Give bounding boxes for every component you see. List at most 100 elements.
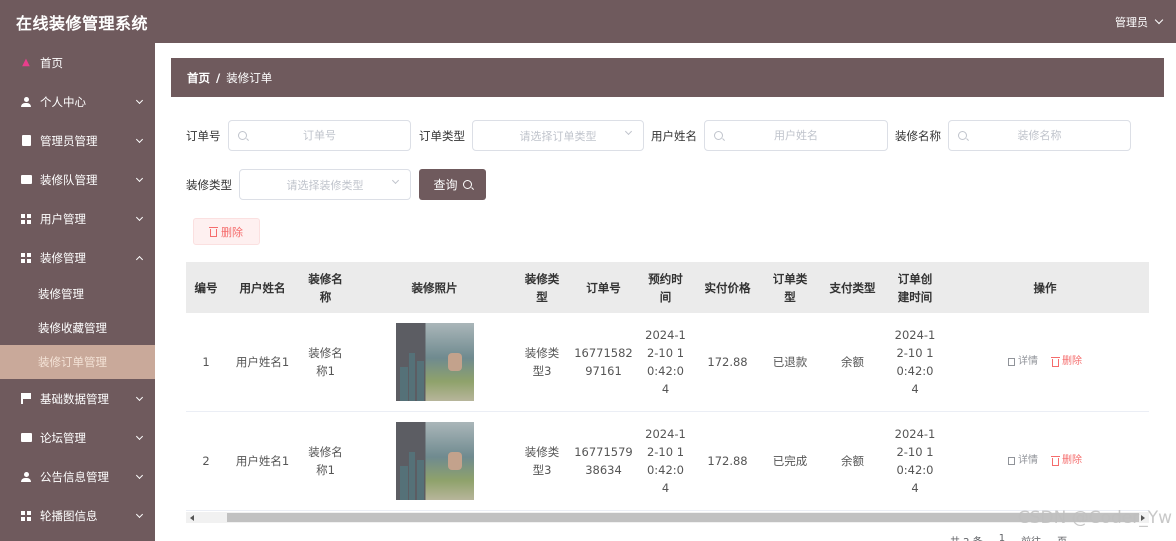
table-row[interactable]: 1 用户姓名1 装修名称1 装修类型3 1677158297161 2024-1… [186,313,1149,412]
pagination-goto: 前往 [1021,533,1041,541]
sidebar-subitem-orders[interactable]: 装修订单管理 [0,345,155,379]
order-no-input[interactable] [229,129,410,142]
user-name-field[interactable] [704,120,888,151]
detail-label: 详情 [1018,455,1038,466]
order-type-label: 订单类型 [419,129,465,143]
user-icon [21,96,31,107]
header-appointment[interactable]: 预约时间 [640,270,691,306]
row-delete-button[interactable]: 删除 [1051,452,1082,470]
deco-type-select[interactable]: 请选择装修类型 [239,169,411,200]
scroll-left-icon[interactable] [190,515,194,521]
header-user-name[interactable]: 用户姓名 [226,279,299,297]
chevron-down-icon [135,96,144,104]
cell-deco-type: 装修类型3 [524,445,560,477]
sidebar: ▲ 首页 个人中心 管理员管理 装修队管理 用户管理 装修管理 装修管理 装修收… [0,43,155,541]
cell-user-name: 用户姓名1 [235,355,290,369]
deco-name-label: 装修名称 [895,129,941,143]
scrollbar-thumb[interactable] [227,513,1139,522]
sidebar-item-home[interactable]: ▲ 首页 [0,43,155,82]
cell-order-type: 已退款 [772,355,808,369]
header-deco-photo[interactable]: 装修照片 [352,279,517,297]
pagination-page[interactable]: 1 [999,533,1005,541]
sidebar-item-profile[interactable]: 个人中心 [0,82,155,121]
sidebar-subitem-decoration[interactable]: 装修管理 [0,277,155,311]
sidebar-item-label: 管理员管理 [40,133,98,148]
sidebar-item-label: 轮播图信息 [40,508,98,523]
home-icon: ▲ [22,57,30,68]
flag-icon [21,393,31,404]
detail-button[interactable]: 详情 [1008,353,1038,371]
trash-icon [209,226,218,237]
sidebar-subitem-favorites[interactable]: 装修收藏管理 [0,311,155,345]
order-type-select[interactable]: 请选择订单类型 [472,120,644,151]
sidebar-item-basic-data[interactable]: 基础数据管理 [0,379,155,418]
decoration-photo[interactable] [395,323,474,401]
breadcrumb-home[interactable]: 首页 [187,70,210,86]
table-header: 编号 用户姓名 装修名称 装修照片 装修类型 订单号 预约时间 实付价格 订单类… [186,262,1149,313]
detail-button[interactable]: 详情 [1008,452,1038,470]
header-price[interactable]: 实付价格 [691,279,764,297]
cell-order-type: 已完成 [772,454,808,468]
trash-icon [1051,456,1060,466]
row-actions: 详情 删除 [945,353,1145,371]
sidebar-item-team[interactable]: 装修队管理 [0,160,155,199]
delete-button[interactable]: 删除 [193,218,260,245]
checkbox-icon [20,433,32,442]
header-created[interactable]: 订单创建时间 [889,270,941,306]
trash-icon [1051,357,1060,367]
sidebar-item-label: 论坛管理 [40,430,86,445]
pagination-total: 共 2 条 [950,533,983,541]
row-delete-label: 删除 [1062,455,1082,466]
order-no-field[interactable] [228,120,411,151]
header-actions: 操作 [1033,280,1057,295]
cell-pay-type: 余额 [841,355,864,369]
decoration-photo[interactable] [395,422,474,500]
book-icon [20,175,32,184]
sidebar-item-users[interactable]: 用户管理 [0,199,155,238]
order-type-placeholder: 请选择订单类型 [519,129,597,143]
delete-button-label: 删除 [221,225,243,239]
header-deco-name[interactable]: 装修名称 [299,270,352,306]
cell-appointment: 2024-12-10 10:42:04 [645,328,686,396]
sidebar-item-admin[interactable]: 管理员管理 [0,121,155,160]
query-button[interactable]: 查询 [419,169,486,200]
user-menu[interactable]: 管理员 [1115,14,1164,30]
sidebar-item-label: 装修队管理 [40,172,98,187]
horizontal-scrollbar[interactable] [186,512,1149,523]
cell-price: 172.88 [707,454,748,468]
chevron-down-icon [135,393,144,401]
detail-label: 详情 [1018,356,1038,367]
deco-name-field[interactable] [948,120,1131,151]
search-icon [714,131,723,140]
sidebar-item-label: 装修管理 [40,250,86,265]
header-order-no[interactable]: 订单号 [567,279,640,297]
header-deco-type[interactable]: 装修类型 [517,270,567,306]
row-actions: 详情 删除 [945,452,1145,470]
header-id[interactable]: 编号 [186,279,226,297]
row-delete-label: 删除 [1062,356,1082,367]
sidebar-item-forum[interactable]: 论坛管理 [0,418,155,457]
cell-price: 172.88 [707,355,748,369]
order-no-label: 订单号 [186,129,221,143]
deco-type-label: 装修类型 [186,178,232,192]
user-name-input[interactable] [705,129,887,142]
orders-table: 编号 用户姓名 装修名称 装修照片 装修类型 订单号 预约时间 实付价格 订单类… [186,262,1149,511]
breadcrumb-separator: / [216,70,221,85]
sidebar-item-notice[interactable]: 公告信息管理 [0,457,155,496]
header-pay-type[interactable]: 支付类型 [816,279,889,297]
row-delete-button[interactable]: 删除 [1051,353,1082,371]
table-row[interactable]: 2 用户姓名1 装修名称1 装修类型3 1677157938634 2024-1… [186,412,1149,511]
sidebar-item-decoration[interactable]: 装修管理 [0,238,155,277]
cell-created: 2024-12-10 10:42:04 [894,328,936,396]
chevron-down-icon [135,471,144,479]
chevron-down-icon [135,174,144,182]
chevron-up-icon [135,255,144,263]
sidebar-item-label: 基础数据管理 [40,391,109,406]
deco-name-input[interactable] [949,129,1130,142]
user-icon [21,471,31,482]
grid-icon [21,213,31,224]
search-icon [462,180,472,189]
sidebar-item-carousel[interactable]: 轮播图信息 [0,496,155,535]
deco-type-placeholder: 请选择装修类型 [286,178,364,192]
header-order-type[interactable]: 订单类型 [764,270,816,306]
